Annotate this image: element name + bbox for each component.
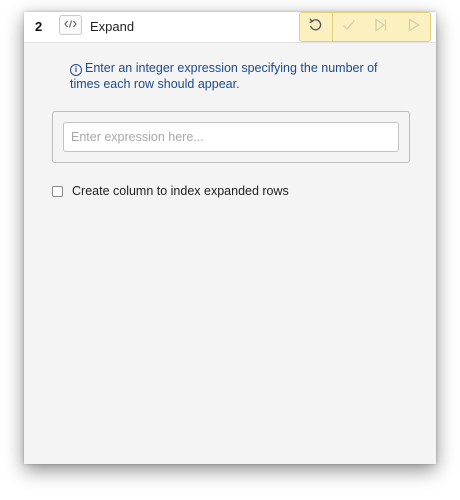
code-icon [64,16,77,34]
step-title: Expand [90,19,135,34]
info-icon: i [70,64,82,76]
index-column-checkbox[interactable] [52,185,63,197]
apply-button[interactable] [333,13,366,41]
info-message: i Enter an integer expression specifying … [70,60,410,92]
run-button[interactable] [398,13,431,41]
step-forward-button[interactable] [365,13,398,41]
step-forward-icon [374,17,388,37]
step-toolbar [299,12,431,42]
index-column-label: Create column to index expanded rows [72,184,289,198]
check-icon [342,18,356,36]
play-icon [407,17,421,37]
expand-step-panel: 2 Expand i Enter an integer expression s… [24,12,436,464]
step-header: 2 Expand [24,12,436,43]
info-text: Enter an integer expression specifying t… [70,61,378,91]
expression-input[interactable] [63,122,399,152]
step-number: 2 [35,19,43,34]
expression-container [52,111,410,163]
undo-icon [308,17,323,37]
undo-button[interactable] [300,13,333,41]
code-view-button[interactable] [59,15,82,35]
index-column-option[interactable]: Create column to index expanded rows [52,184,289,198]
